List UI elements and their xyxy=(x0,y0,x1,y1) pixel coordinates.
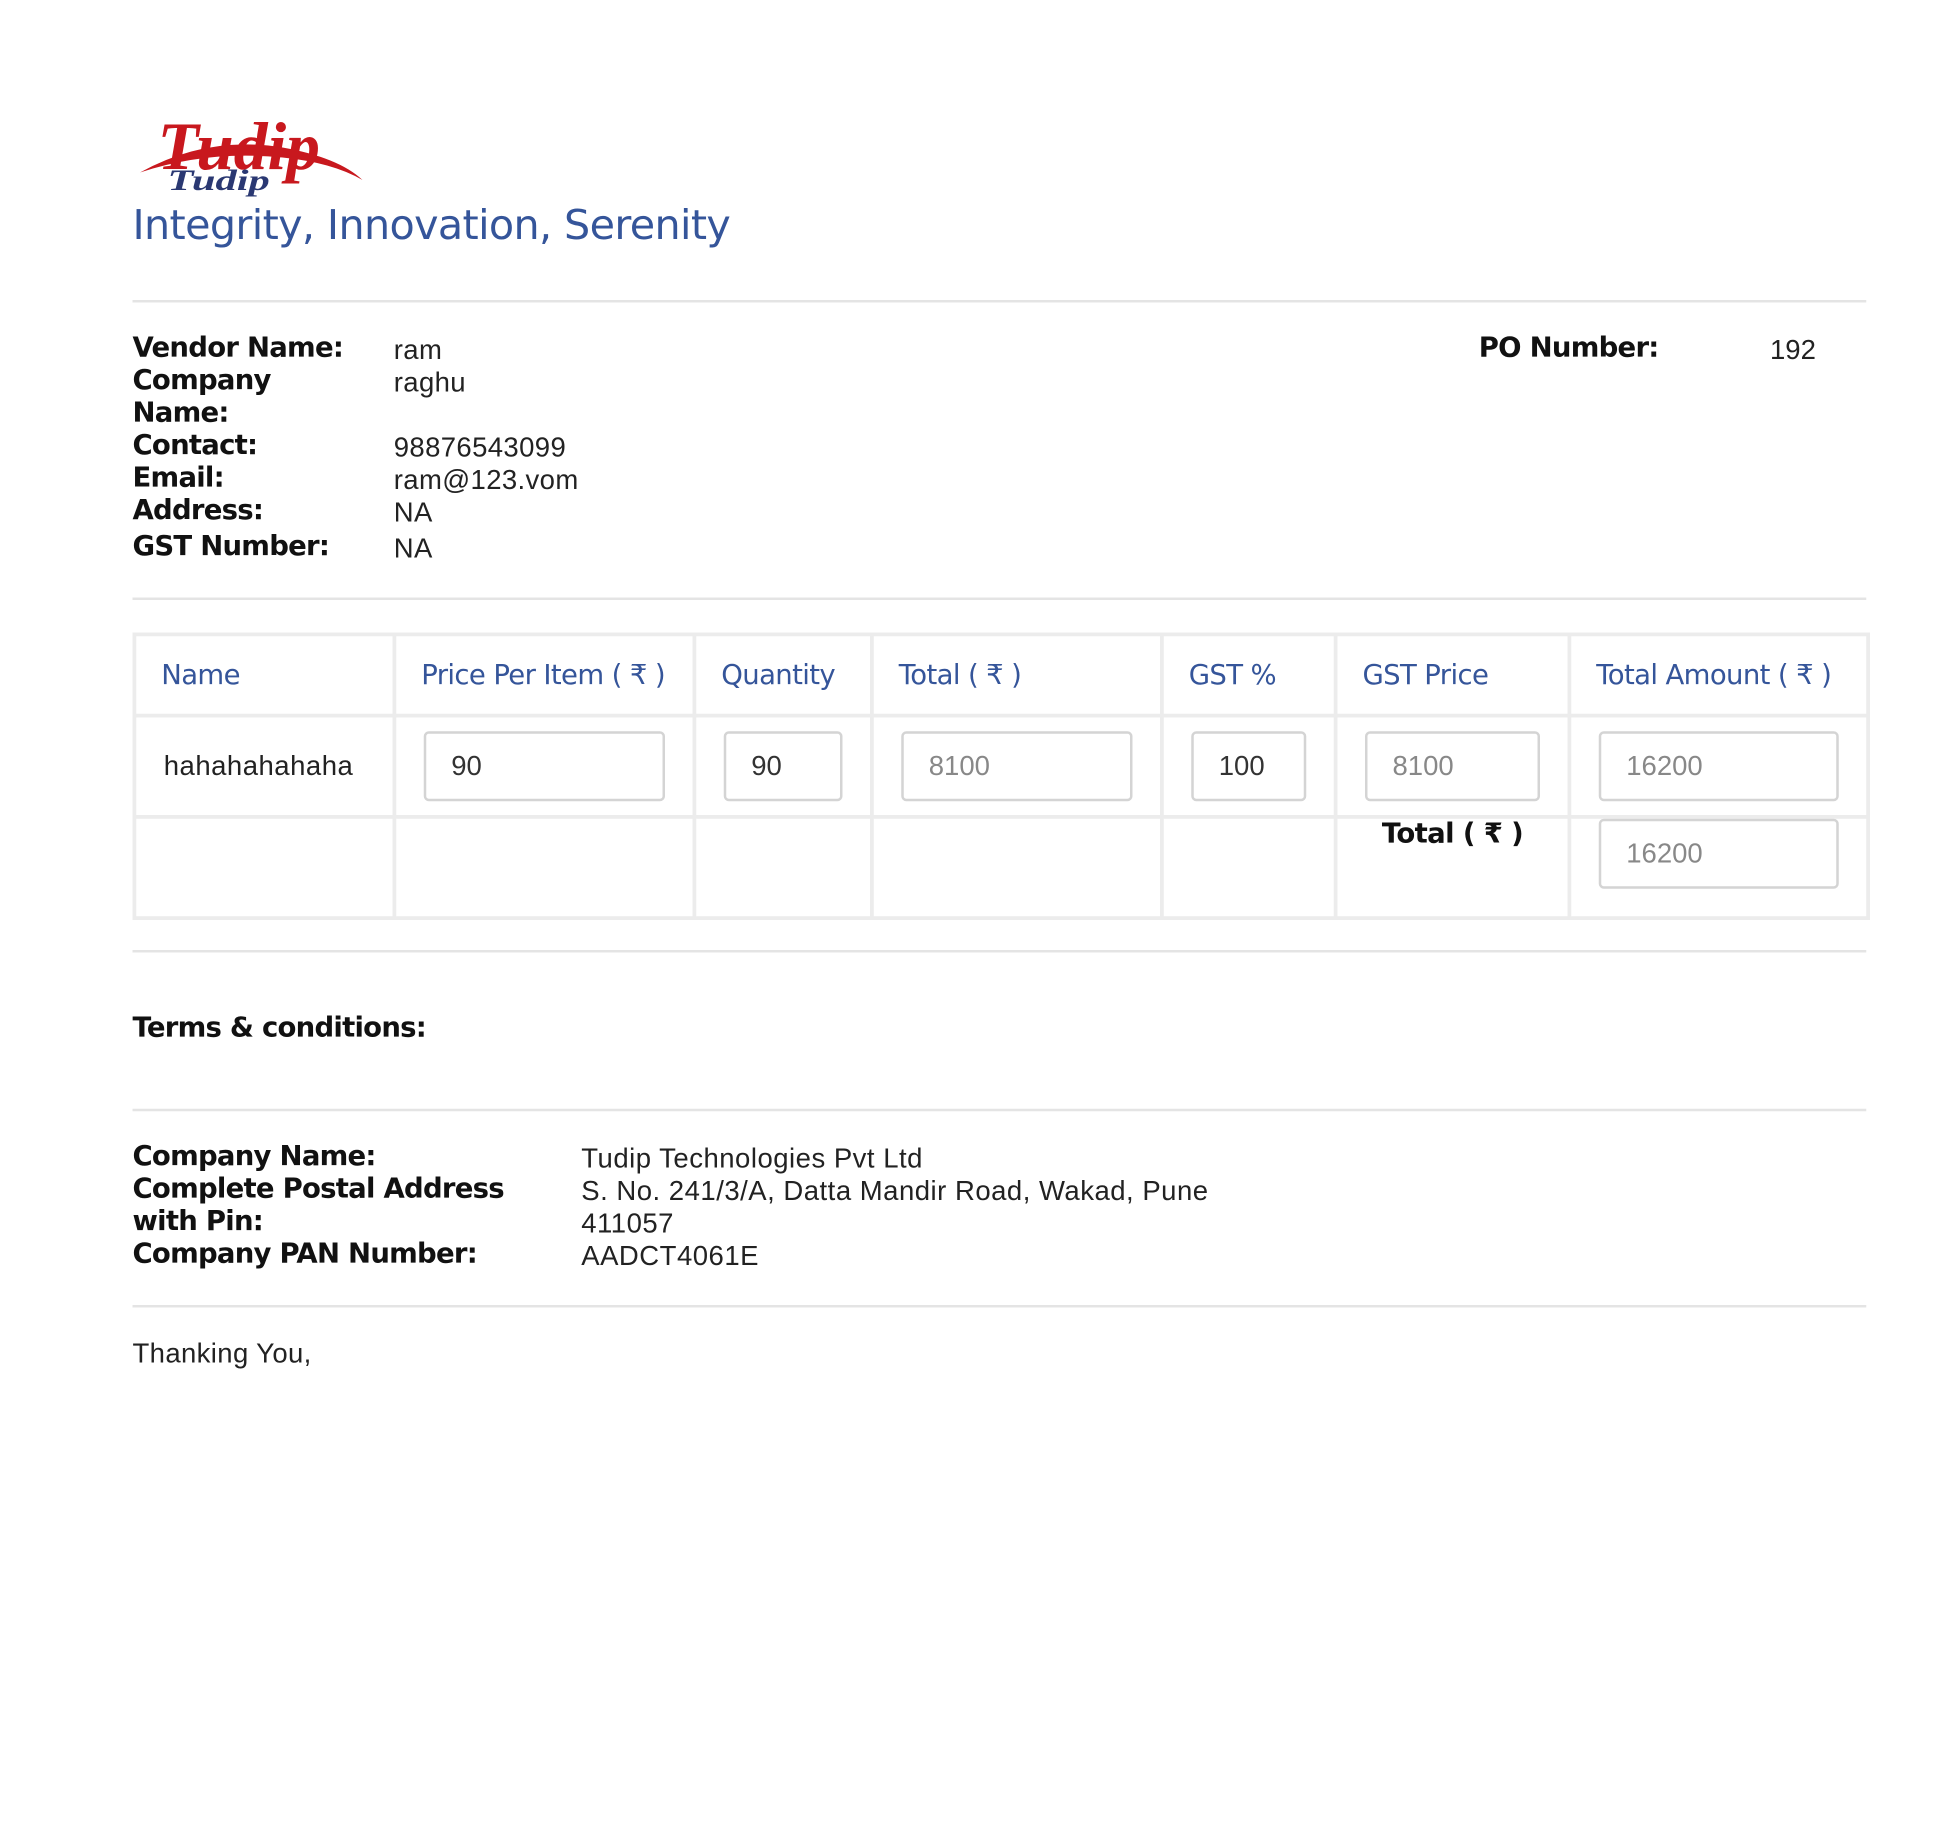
purchase-order-page: Tudip Tudip Integrity, Innovation, Seren… xyxy=(0,0,1944,1825)
tagline: Integrity, Innovation, Serenity xyxy=(132,200,731,249)
col-header-name: Name xyxy=(132,632,397,718)
gst-price-cell xyxy=(1333,713,1572,819)
closing-text: Thanking You, xyxy=(132,1337,312,1369)
total-amount-field[interactable] xyxy=(1598,731,1839,802)
grand-total-field[interactable] xyxy=(1598,818,1839,889)
po-number-label: PO Number: xyxy=(1478,332,1660,364)
divider xyxy=(132,300,1867,303)
quantity-cell xyxy=(692,713,874,819)
company-name-label: Company Name: xyxy=(132,365,272,429)
vendor-name-value: ram xyxy=(393,333,443,365)
pan-number-label: Company PAN Number: xyxy=(132,1238,478,1270)
item-name: hahahahahaha xyxy=(163,750,354,782)
table-row: hahahahahaha xyxy=(132,713,1870,819)
col-header-total: Total ( ₹ ) xyxy=(870,632,1164,718)
col-header-gst-price: GST Price xyxy=(1333,632,1572,718)
postal-address-value: S. No. 241/3/A, Datta Mandir Road, Wakad… xyxy=(581,1175,1209,1239)
divider xyxy=(132,1305,1867,1308)
tudip-logo: Tudip Tudip xyxy=(140,109,363,197)
divider xyxy=(132,597,1867,600)
empty-cell xyxy=(692,815,874,920)
gst-percent-input[interactable] xyxy=(1191,731,1307,802)
col-header-quantity: Quantity xyxy=(692,632,874,718)
table-header-row: Name Price Per Item ( ₹ ) Quantity Total… xyxy=(132,632,1870,718)
email-value: ram@123.vom xyxy=(393,463,579,495)
company-name-value: raghu xyxy=(393,366,466,398)
empty-cell xyxy=(392,815,697,920)
col-header-gst-percent: GST % xyxy=(1160,632,1338,718)
gst-number-label: GST Number: xyxy=(132,531,330,563)
price-input[interactable] xyxy=(423,731,665,802)
email-label: Email: xyxy=(132,462,225,494)
quantity-input[interactable] xyxy=(723,731,843,802)
total-amount-cell xyxy=(1567,713,1870,819)
empty-cell xyxy=(870,815,1164,920)
terms-label: Terms & conditions: xyxy=(132,1012,427,1044)
empty-cell xyxy=(1160,815,1338,920)
gst-number-value: NA xyxy=(393,532,433,564)
gst-price-field[interactable] xyxy=(1365,731,1540,802)
grand-total-label: Total ( ₹ ) xyxy=(1333,815,1572,920)
col-header-total-amount: Total Amount ( ₹ ) xyxy=(1567,632,1870,718)
postal-address-label: Complete Postal Address with Pin: xyxy=(132,1173,505,1238)
gst-percent-cell xyxy=(1160,713,1338,819)
address-label: Address: xyxy=(132,495,264,527)
vendor-name-label: Vendor Name: xyxy=(132,332,344,364)
contact-label: Contact: xyxy=(132,430,259,462)
pan-number-value: AADCT4061E xyxy=(581,1240,759,1272)
table-total-row: Total ( ₹ ) xyxy=(132,815,1870,920)
svg-text:Tudip: Tudip xyxy=(168,163,270,196)
divider xyxy=(132,1108,1867,1112)
address-value: NA xyxy=(393,496,433,528)
price-cell xyxy=(392,713,697,819)
col-header-price: Price Per Item ( ₹ ) xyxy=(392,632,697,718)
po-number-value: 192 xyxy=(1770,333,1816,365)
divider xyxy=(132,950,1867,953)
total-field[interactable] xyxy=(901,731,1133,802)
total-cell xyxy=(870,713,1164,819)
item-name-cell: hahahahahaha xyxy=(132,713,397,819)
items-table: Name Price Per Item ( ₹ ) Quantity Total… xyxy=(132,632,1870,920)
grand-total-cell xyxy=(1567,815,1870,920)
contact-value: 98876543099 xyxy=(393,431,567,463)
our-company-name-label: Company Name: xyxy=(132,1141,377,1173)
empty-cell xyxy=(132,815,397,920)
our-company-name-value: Tudip Technologies Pvt Ltd xyxy=(581,1142,923,1174)
